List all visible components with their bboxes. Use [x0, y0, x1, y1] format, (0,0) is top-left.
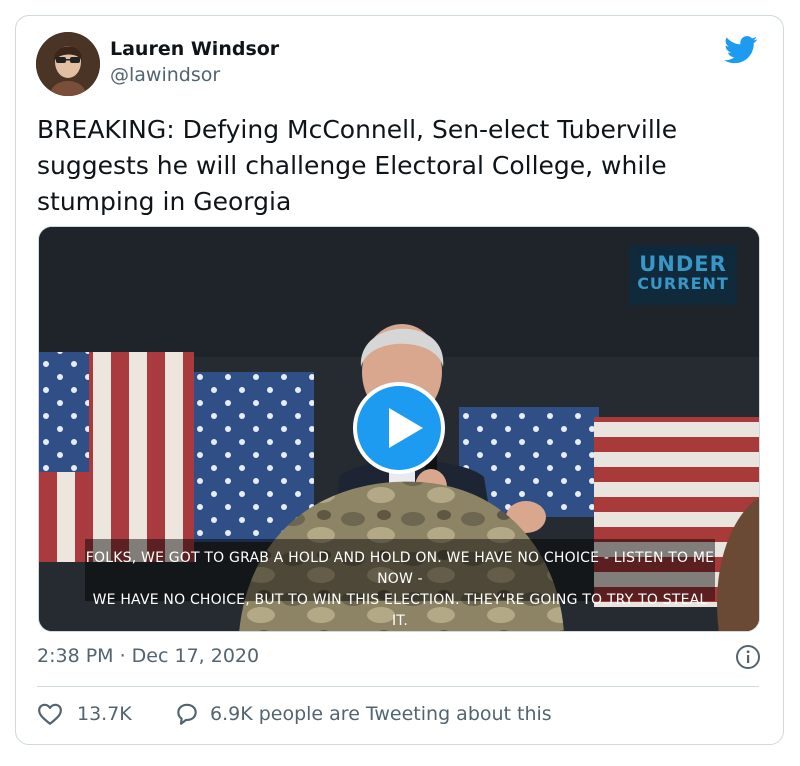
conversation-action[interactable]: 6.9K people are Tweeting about this [174, 700, 552, 728]
tweet-text: BREAKING: Defying McConnell, Sen-elect T… [37, 115, 678, 216]
divider [37, 686, 759, 687]
conversation-text[interactable]: 6.9K people are Tweeting about this [210, 703, 552, 725]
like-count: 13.7K [77, 703, 132, 725]
profile-photo-icon [36, 32, 100, 96]
play-button[interactable] [353, 382, 445, 474]
watermark-line-2: CURRENT [637, 274, 729, 293]
tweet-timestamp[interactable]: 2:38 PM · Dec 17, 2020 [37, 645, 259, 667]
avatar[interactable] [36, 32, 100, 96]
info-icon[interactable] [735, 644, 761, 670]
caption-line-2: WE HAVE NO CHOICE, BUT TO WIN THIS ELECT… [92, 592, 708, 629]
twitter-bird-icon[interactable] [724, 36, 758, 64]
watermark-line-1: UNDER [639, 252, 727, 276]
author-name[interactable]: Lauren Windsor [110, 38, 279, 60]
like-action[interactable]: 13.7K [37, 700, 132, 728]
video-player[interactable]: UNDER CURRENT FOLKS, WE GOT TO GRAB A HO… [38, 226, 760, 632]
play-icon [389, 408, 423, 448]
video-caption: FOLKS, WE GOT TO GRAB A HOLD AND HOLD ON… [85, 539, 715, 629]
caption-line-1: FOLKS, WE GOT TO GRAB A HOLD AND HOLD ON… [85, 550, 715, 587]
undercurrent-watermark: UNDER CURRENT [629, 245, 737, 305]
heart-icon[interactable] [37, 701, 63, 727]
author-handle[interactable]: @lawindsor [110, 64, 220, 86]
speech-bubble-icon[interactable] [174, 701, 200, 727]
